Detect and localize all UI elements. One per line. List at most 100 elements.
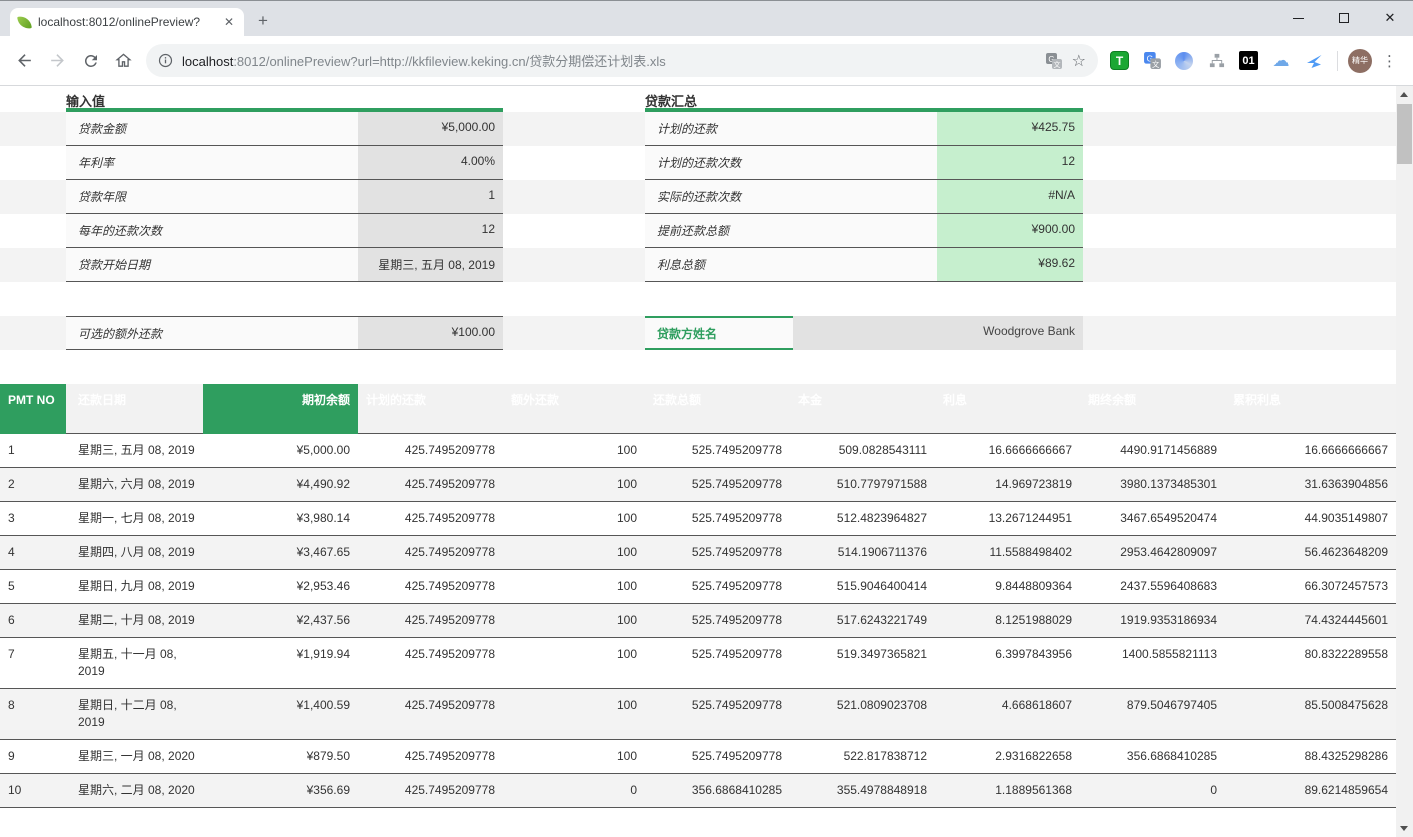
extensions-area: T G文 01 ☁ <box>1110 51 1338 71</box>
table-cell: 100 <box>503 689 645 740</box>
window-controls: ✕ <box>1275 1 1413 35</box>
input-value: ¥5,000.00 <box>358 112 503 145</box>
table-cell: 星期一, 七月 08, 2019 <box>66 502 203 536</box>
profile-avatar[interactable]: 精华 <box>1348 49 1372 73</box>
table-cell: 1919.9353186934 <box>1080 604 1225 638</box>
bookmark-star-icon[interactable]: ☆ <box>1072 51 1086 71</box>
table-cell: 425.7495209778 <box>358 502 503 536</box>
table-cell: 66.3072457573 <box>1225 570 1396 604</box>
url-host: localhost <box>182 54 233 69</box>
scroll-down-icon[interactable] <box>1396 820 1413 837</box>
translate-page-icon[interactable]: G文 <box>1045 52 1063 70</box>
minimize-icon <box>1293 18 1304 19</box>
table-cell: 425.7495209778 <box>358 536 503 570</box>
summary-value: #N/A <box>937 180 1083 213</box>
translate-extension-icon[interactable]: G文 <box>1142 51 1162 71</box>
column-header: 还款总额 <box>645 384 790 434</box>
table-cell: 2437.5596408683 <box>1080 570 1225 604</box>
translate-icon: G文 <box>1143 51 1162 70</box>
table-cell: 879.5046797405 <box>1080 689 1225 740</box>
new-tab-button[interactable]: + <box>250 8 276 34</box>
sitemap-extension-icon[interactable] <box>1206 51 1226 71</box>
table-cell: 3980.1373485301 <box>1080 468 1225 502</box>
close-button[interactable]: ✕ <box>1367 1 1413 35</box>
vertical-scrollbar[interactable] <box>1396 86 1413 837</box>
bird-extension-icon[interactable] <box>1304 51 1324 71</box>
amortization-table: PMT NO还款日期期初余额计划的还款额外还款还款总额本金利息期终余额累积利息1… <box>0 384 1396 808</box>
table-cell: 6.3997843956 <box>935 638 1080 689</box>
column-header: 期初余额 <box>203 384 358 434</box>
table-cell: 525.7495209778 <box>645 434 790 468</box>
home-button[interactable] <box>107 44 140 77</box>
column-header: 额外还款 <box>503 384 645 434</box>
column-header: 累积利息 <box>1225 384 1396 434</box>
input-summary-row: 贷款开始日期星期三, 五月 08, 2019 利息总额¥89.62 <box>0 248 1396 282</box>
tab-title: localhost:8012/onlinePreview? <box>38 15 215 29</box>
lender-name-label: 贷款方姓名 <box>645 316 793 350</box>
table-row: 6星期二, 十月 08, 2019¥2,437.56425.7495209778… <box>0 604 1396 638</box>
column-header: 期终余额 <box>1080 384 1225 434</box>
table-cell: 356.6868410285 <box>1080 740 1225 774</box>
minimize-button[interactable] <box>1275 1 1321 35</box>
input-summary-row: 年利率4.00% 计划的还款次数12 <box>0 146 1396 180</box>
url-text: localhost:8012/onlinePreview?url=http://… <box>182 51 1036 70</box>
table-cell: 星期六, 六月 08, 2019 <box>66 468 203 502</box>
input-value: 星期三, 五月 08, 2019 <box>358 248 503 281</box>
input-label: 年利率 <box>66 146 358 179</box>
swirl-extension-icon[interactable] <box>1175 52 1193 70</box>
browser-tab[interactable]: localhost:8012/onlinePreview? ✕ <box>10 8 244 36</box>
table-cell: 100 <box>503 570 645 604</box>
table-cell: 10 <box>0 774 66 808</box>
table-cell: 525.7495209778 <box>645 502 790 536</box>
column-header: 本金 <box>790 384 935 434</box>
table-cell: 3 <box>0 502 66 536</box>
back-button[interactable] <box>8 44 41 77</box>
tab-close-icon[interactable]: ✕ <box>222 15 236 29</box>
table-cell: 425.7495209778 <box>358 638 503 689</box>
table-cell: 9 <box>0 740 66 774</box>
table-cell: 525.7495209778 <box>645 638 790 689</box>
table-cell: 4.668618607 <box>935 689 1080 740</box>
inputs-section-title: 输入值 <box>66 86 503 112</box>
input-summary-row: 贷款年限1 实际的还款次数#N/A <box>0 180 1396 214</box>
url-bar[interactable]: localhost:8012/onlinePreview?url=http://… <box>146 44 1098 77</box>
table-row: 2星期六, 六月 08, 2019¥4,490.92425.7495209778… <box>0 468 1396 502</box>
input-label: 贷款开始日期 <box>66 248 358 281</box>
table-cell: 1400.5855821113 <box>1080 638 1225 689</box>
table-cell: 100 <box>503 604 645 638</box>
table-cell: 星期五, 十一月 08, 2019 <box>66 638 203 689</box>
table-cell: 425.7495209778 <box>358 434 503 468</box>
maximize-icon <box>1339 13 1349 23</box>
reload-button[interactable] <box>74 44 107 77</box>
table-cell: 519.3497365821 <box>790 638 935 689</box>
tampermonkey-icon[interactable]: T <box>1110 51 1129 70</box>
table-cell: 1.1889561368 <box>935 774 1080 808</box>
menu-kebab-icon[interactable]: ⋮ <box>1372 52 1405 70</box>
page-content: 输入值 贷款汇总 贷款金额¥5,000.00 计划的还款¥425.75 年利率4… <box>0 86 1413 837</box>
input-label: 贷款年限 <box>66 180 358 213</box>
summary-label: 实际的还款次数 <box>645 180 937 213</box>
table-cell: 11.5588498402 <box>935 536 1080 570</box>
home-icon <box>114 51 133 70</box>
table-cell: 2.9316822658 <box>935 740 1080 774</box>
cloud-extension-icon[interactable]: ☁ <box>1271 51 1291 71</box>
scrollbar-thumb[interactable] <box>1397 104 1412 164</box>
table-cell: 星期日, 十二月 08, 2019 <box>66 689 203 740</box>
spacer-row <box>0 350 1396 384</box>
column-header: 计划的还款 <box>358 384 503 434</box>
table-cell: 8.1251988029 <box>935 604 1080 638</box>
page-info-icon[interactable] <box>158 53 173 68</box>
table-cell: 509.0828543111 <box>790 434 935 468</box>
summary-value: ¥89.62 <box>937 248 1083 281</box>
table-cell: 525.7495209778 <box>645 468 790 502</box>
forward-button[interactable] <box>41 44 74 77</box>
tab-strip: localhost:8012/onlinePreview? ✕ + ✕ <box>0 1 1413 36</box>
table-cell: 9.8448809364 <box>935 570 1080 604</box>
table-cell: 5 <box>0 570 66 604</box>
table-cell: 525.7495209778 <box>645 536 790 570</box>
date-badge-extension-icon[interactable]: 01 <box>1239 51 1258 70</box>
table-cell: 6 <box>0 604 66 638</box>
table-cell: 2 <box>0 468 66 502</box>
scroll-up-icon[interactable] <box>1396 86 1413 103</box>
maximize-button[interactable] <box>1321 1 1367 35</box>
